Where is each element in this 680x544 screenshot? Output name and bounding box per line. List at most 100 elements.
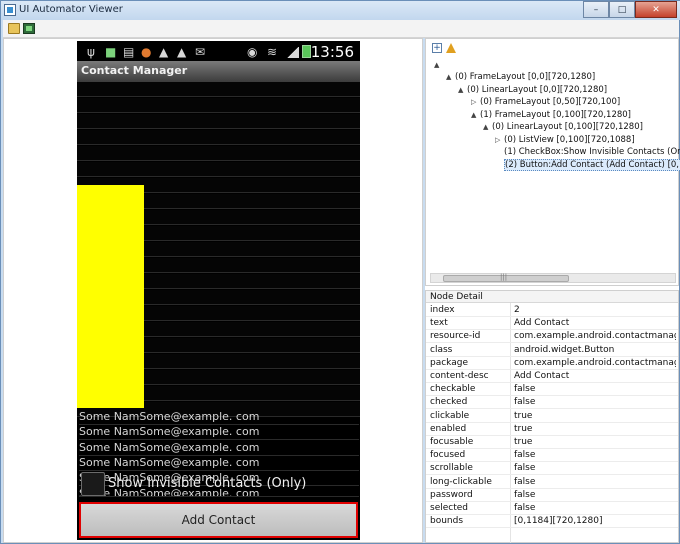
property-row-focusable[interactable]: focusable true (426, 436, 678, 449)
property-value: true (514, 423, 533, 434)
app-window: UI Automator Viewer – □ ✕ ψ ■ ▤ ● ▲ ▲ ✉ … (0, 0, 680, 544)
property-row-scrollable[interactable]: scrollable false (426, 462, 678, 476)
property-value: true (514, 437, 533, 447)
property-name: focused (430, 450, 466, 461)
tree-root-twisty[interactable]: ▲ (434, 60, 443, 70)
property-value: false (514, 450, 536, 461)
property-value: Add Contact (514, 318, 570, 329)
property-value: false (514, 489, 536, 500)
app-title-bar: Contact Manager (77, 61, 360, 82)
property-name: checkable (430, 384, 476, 395)
property-value: 2 (514, 305, 520, 315)
tree-node[interactable]: ▲ (0) LinearLayout [0,0][720,1280] (458, 85, 607, 95)
property-name: clickable (430, 410, 470, 421)
mail-icon: ✉ (195, 45, 206, 59)
list-item[interactable] (77, 114, 360, 129)
tree-node[interactable]: (1) CheckBox:Show Invisible Contacts (On… (495, 147, 680, 157)
device-screen[interactable]: ψ ■ ▤ ● ▲ ▲ ✉ ◉ ≋ 13:56 Contact Manager (77, 41, 360, 540)
property-row-bounds[interactable]: bounds [0,1184][720,1280] (426, 515, 678, 529)
property-row-index[interactable]: index 2 (426, 304, 678, 317)
property-row-text[interactable]: text Add Contact (426, 317, 678, 331)
list-item[interactable] (77, 98, 360, 113)
property-row-checkable[interactable]: checkable false (426, 383, 678, 397)
toolbar (3, 20, 679, 38)
minimize-button[interactable]: – (583, 1, 609, 18)
property-row-password[interactable]: password false (426, 489, 678, 502)
property-value: Add Contact (514, 371, 570, 381)
property-value: com.example.android.contactmanager:id... (514, 331, 676, 342)
property-name: bounds (430, 516, 464, 527)
property-value: false (514, 476, 536, 487)
status-time: 13:56 (310, 43, 354, 61)
property-value: [0,1184][720,1280] (514, 516, 603, 527)
property-row-clickable[interactable]: clickable true (426, 410, 678, 423)
chrome-icon: ● (141, 45, 152, 59)
inspector-pane: + ▲ ▲ (0) FrameLayout [0,0][720,1280] ▲ (0… (425, 38, 680, 543)
warning-icon: ▲ (159, 45, 169, 59)
list-item[interactable] (77, 162, 360, 177)
property-name: enabled (430, 423, 467, 434)
tree-node[interactable]: ▷ (0) FrameLayout [0,50][720,100] (471, 97, 620, 107)
wifi-icon: ≋ (267, 45, 278, 59)
tree-toolbar: + (432, 43, 456, 55)
show-invisible-checkbox-row[interactable]: Show Invisible Contacts (Only) (77, 468, 360, 498)
contact-row[interactable]: Some NamSome@example. com (79, 410, 359, 425)
horizontal-scrollbar[interactable]: ||| (430, 273, 676, 283)
window-title: UI Automator Viewer (19, 4, 123, 15)
list-item[interactable] (77, 146, 360, 161)
warning-icon[interactable] (446, 43, 456, 53)
title-bar: UI Automator Viewer – □ ✕ (1, 1, 680, 20)
show-invisible-checkbox[interactable] (81, 472, 105, 496)
maximize-button[interactable]: □ (609, 1, 635, 18)
tree-node-selected[interactable]: (2) Button:Add Contact (Add Contact) [0,… (495, 159, 680, 171)
tree-node[interactable]: ▲ (0) FrameLayout [0,0][720,1280] (446, 72, 595, 82)
property-name: resource-id (430, 331, 481, 342)
property-row-package[interactable]: package com.example.android.contactmanage… (426, 357, 678, 370)
highlight-overlay (77, 185, 144, 408)
property-name: focusable (430, 437, 474, 447)
property-value: true (514, 410, 533, 421)
checkbox-label: Show Invisible Contacts (Only) (108, 476, 307, 491)
property-row-long-clickable[interactable]: long-clickable false (426, 476, 678, 489)
list-item[interactable] (77, 82, 360, 97)
app-icon (4, 4, 16, 16)
add-contact-button[interactable]: Add Contact (79, 502, 358, 538)
contact-row[interactable]: Some NamSome@example. com (79, 441, 359, 456)
property-value: false (514, 384, 536, 395)
usb-icon: ψ (87, 45, 95, 59)
property-name: selected (430, 503, 468, 513)
scrollbar-thumb[interactable]: ||| (443, 273, 569, 282)
property-value: com.example.android.contactmanager (514, 357, 676, 368)
contact-list[interactable]: Some NamSome@example. com Some NamSome@e… (77, 82, 360, 497)
property-row-focused[interactable]: focused false (426, 449, 678, 463)
property-row-checked[interactable]: checked false (426, 396, 678, 410)
property-name: text (430, 318, 448, 329)
close-button[interactable]: ✕ (635, 1, 677, 18)
property-name: content-desc (430, 371, 489, 381)
contact-row[interactable]: Some NamSome@example. com (79, 425, 359, 440)
property-name: long-clickable (430, 476, 492, 487)
screenshot-pane: ψ ■ ▤ ● ▲ ▲ ✉ ◉ ≋ 13:56 Contact Manager (3, 38, 423, 543)
property-name: password (430, 489, 473, 500)
list-item[interactable] (77, 130, 360, 145)
hierarchy-tree[interactable]: ▲ ▲ (0) FrameLayout [0,0][720,1280] ▲ (0) … (426, 57, 680, 267)
expand-all-icon[interactable]: + (432, 43, 442, 53)
hierarchy-pane: + ▲ ▲ (0) FrameLayout [0,0][720,1280] ▲ (0… (425, 38, 680, 286)
tree-node[interactable]: ▲ (0) LinearLayout [0,100][720,1280] (483, 122, 643, 132)
property-name: checked (430, 397, 468, 408)
property-name: scrollable (430, 463, 473, 474)
open-folder-icon[interactable] (8, 23, 20, 34)
tree-node[interactable]: ▲ (1) FrameLayout [0,100][720,1280] (471, 110, 631, 120)
node-detail-pane: Node Detail index 2 text Add Contact resourc… (425, 290, 679, 543)
property-row-enabled[interactable]: enabled true (426, 423, 678, 436)
property-value: false (514, 503, 536, 513)
device-screenshot-icon[interactable] (23, 23, 35, 34)
battery-icon (302, 45, 311, 58)
property-row-selected[interactable]: selected false (426, 502, 678, 515)
property-name: index (430, 305, 455, 315)
property-row-content-desc[interactable]: content-desc Add Contact (426, 370, 678, 383)
property-row-class[interactable]: class android.widget.Button (426, 344, 678, 357)
property-row-resource-id[interactable]: resource-id com.example.android.contactma… (426, 330, 678, 344)
tree-node[interactable]: ▷ (0) ListView [0,100][720,1088] (495, 135, 635, 145)
property-value: android.widget.Button (514, 344, 615, 355)
